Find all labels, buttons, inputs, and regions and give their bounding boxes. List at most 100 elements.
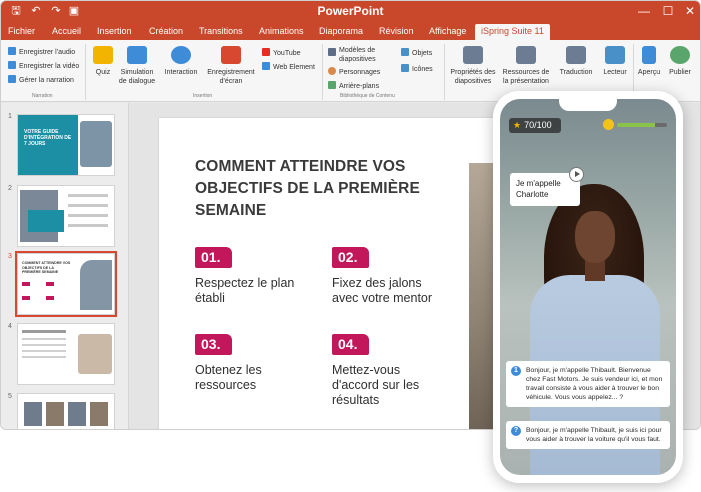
narration-icon <box>8 75 16 83</box>
tab-diaporama[interactable]: Diaporama <box>319 24 363 40</box>
web-element-button[interactable]: Web Element <box>262 62 315 72</box>
slide-properties-label: Propriétés des diapositives <box>450 69 496 85</box>
quiz-button[interactable]: Quiz <box>90 46 116 77</box>
slide-properties-icon <box>463 46 483 64</box>
youtube-button[interactable]: YouTube <box>262 48 301 58</box>
mood-meter-fill <box>617 123 655 127</box>
screen-record-icon <box>221 46 241 64</box>
thumbnail-number: 4 <box>8 323 12 330</box>
templates-icon <box>328 48 336 56</box>
tab-revision[interactable]: Révision <box>379 24 414 40</box>
preview-button[interactable]: Aperçu <box>635 46 663 77</box>
thumbnail-badge <box>22 296 30 300</box>
minimize-button[interactable]: — <box>633 3 655 19</box>
tab-accueil[interactable]: Accueil <box>52 24 81 40</box>
step-text-3[interactable]: Obtenez les ressources <box>195 363 285 393</box>
reply-option-1[interactable]: 1 Bonjour, je m'appelle Thibault. Bienve… <box>506 361 670 407</box>
record-video-button[interactable]: Enregistrer la vidéo <box>8 61 79 71</box>
record-video-label: Enregistrer la vidéo <box>19 63 80 70</box>
thumbnail-number: 3 <box>8 253 12 260</box>
resources-icon <box>516 46 536 64</box>
current-slide[interactable]: COMMENT ATTEINDRE VOS OBJECTIFS DE LA PR… <box>159 118 519 429</box>
dialog-simulation-screen: ★ 70/100 Je m'appelle Charlotte 1 Bonjour… <box>500 99 676 475</box>
reply-option-2-text: Bonjour, je m'appelle Thibault, je suis … <box>526 427 662 443</box>
step-text-2[interactable]: Fixez des jalons avec votre mentor <box>332 276 444 306</box>
tab-transitions[interactable]: Transitions <box>199 24 243 40</box>
preview-label: Aperçu <box>637 69 661 76</box>
thumbnail-text-line <box>22 356 66 358</box>
manage-narration-label: Gérer la narration <box>19 77 74 84</box>
objects-button[interactable]: Objets <box>401 48 432 58</box>
youtube-label: YouTube <box>273 50 301 57</box>
objects-label: Objets <box>412 50 433 57</box>
presentation-resources-button[interactable]: Ressources de la présentation <box>501 46 551 86</box>
play-icon <box>642 46 656 64</box>
star-icon: ★ <box>513 120 522 130</box>
info-icon: 1 <box>511 366 521 376</box>
publish-button[interactable]: Publier <box>665 46 695 77</box>
characters-button[interactable]: Personnages <box>328 67 380 77</box>
tab-fichier[interactable]: Fichier <box>8 24 35 40</box>
screen-recording-label: Enregistrement d'écran <box>207 69 255 85</box>
thumbnail-photo <box>90 402 108 426</box>
dialog-simulation-label: Simulation de dialogue <box>118 69 156 85</box>
step-text-1[interactable]: Respectez le plan établi <box>195 276 295 306</box>
thumbnail-text-line <box>68 214 108 217</box>
tab-insertion[interactable]: Insertion <box>97 24 132 40</box>
icons-button[interactable]: Icônes <box>401 64 433 74</box>
thumbnail-photo <box>24 402 42 426</box>
screen-recording-button[interactable]: Enregistrement d'écran <box>204 46 258 86</box>
mood-meter <box>617 123 667 127</box>
manage-narration-button[interactable]: Gérer la narration <box>8 75 74 85</box>
interaction-label: Interaction <box>164 69 198 76</box>
thumbnail-badge <box>22 282 30 286</box>
interaction-button[interactable]: Interaction <box>162 46 200 77</box>
youtube-icon <box>262 48 270 56</box>
reply-option-2[interactable]: ? Bonjour, je m'appelle Thibault, je sui… <box>506 421 670 449</box>
player-button[interactable]: Lecteur <box>598 46 632 77</box>
icons-label: Icônes <box>412 66 433 73</box>
dialog-icon <box>127 46 147 64</box>
microphone-icon <box>8 47 16 55</box>
ribbon-separator <box>85 44 86 100</box>
player-icon <box>605 46 625 64</box>
thumbnail-text-line <box>68 194 108 197</box>
thumbnail-text-line <box>68 204 108 207</box>
thumbnail-slide-4[interactable] <box>17 323 115 385</box>
thumbnail-slide-2[interactable] <box>17 185 115 247</box>
thumbnail-text-line <box>22 350 66 352</box>
slide-templates-button[interactable]: Modèles de diapositives <box>328 46 388 64</box>
thumbnail-text-line <box>68 224 108 227</box>
slide-properties-button[interactable]: Propriétés des diapositives <box>448 46 498 86</box>
reply-option-1-text: Bonjour, je m'appelle Thibault. Bienvenu… <box>526 367 663 401</box>
slide-templates-label: Modèles de diapositives <box>339 47 376 63</box>
step-text-4[interactable]: Mettez-vous d'accord sur les résultats <box>332 363 422 408</box>
tab-affichage[interactable]: Affichage <box>429 24 466 40</box>
thumbnail-slide-5[interactable] <box>17 393 115 429</box>
tab-animations[interactable]: Animations <box>259 24 304 40</box>
icons-icon <box>401 64 409 72</box>
backgrounds-button[interactable]: Arrière-plans <box>328 81 379 91</box>
window-title: PowerPoint <box>317 4 384 18</box>
step-badge-4: 04. <box>332 334 369 355</box>
close-button[interactable]: ✕ <box>679 3 700 19</box>
translate-icon <box>566 46 586 64</box>
thumbnail-slide-3[interactable]: COMMENT ATTEINDRE VOS OBJECTIFS DE LA PR… <box>15 251 117 317</box>
thumbnail-number: 1 <box>8 113 12 120</box>
slide-title[interactable]: COMMENT ATTEINDRE VOS OBJECTIFS DE LA PR… <box>195 156 425 222</box>
dialog-simulation-button[interactable]: Simulation de dialogue <box>117 46 157 86</box>
character-icon <box>328 67 336 75</box>
tab-ispring[interactable]: iSpring Suite 11 <box>475 24 550 40</box>
video-camera-icon <box>8 61 16 69</box>
background-icon <box>328 81 336 89</box>
thumbnail-photo <box>80 260 112 310</box>
record-audio-button[interactable]: Enregistrer l'audio <box>8 47 75 57</box>
maximize-button[interactable]: ☐ <box>657 3 679 19</box>
link-icon <box>262 62 270 70</box>
play-audio-icon[interactable] <box>569 167 584 182</box>
translation-button[interactable]: Traduction <box>556 46 596 77</box>
thumbnail-slide-1[interactable]: VOTRE GUIDE D'INTÉGRATION DE 7 JOURS <box>17 114 115 176</box>
thumbnail-text-line <box>22 344 66 346</box>
thumbnail-badge <box>46 282 54 286</box>
tab-creation[interactable]: Création <box>149 24 183 40</box>
